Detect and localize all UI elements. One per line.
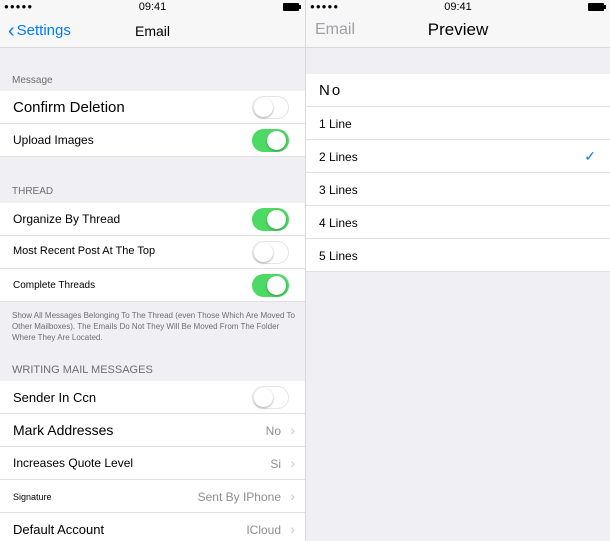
row-sender-in-ccn: Sender In Ccn <box>0 381 305 414</box>
toggle-knob <box>253 387 273 407</box>
navigation-bar: Email Preview <box>306 14 610 48</box>
toggle-upload-images[interactable] <box>252 129 289 152</box>
toggle-most-recent-post[interactable] <box>252 241 289 264</box>
row-complete-threads: Complete Threads <box>0 269 305 302</box>
thread-footer-note: Show All Messages Belonging To The Threa… <box>12 311 295 342</box>
option-2-lines[interactable]: 2 Lines ✓ <box>306 140 610 173</box>
row-label: Sender In Ccn <box>13 390 97 405</box>
row-label: Default Account <box>13 522 105 537</box>
row-label: Most Recent Post At The Top <box>13 245 156 257</box>
toggle-knob <box>253 242 273 262</box>
chevron-right-icon: › <box>290 488 295 504</box>
row-label: Upload Images <box>13 133 94 147</box>
row-label: Mark Addresses <box>13 422 114 438</box>
toggle-complete-threads[interactable] <box>252 274 289 297</box>
option-3-lines[interactable]: 3 Lines <box>306 173 610 206</box>
toggle-knob <box>267 130 286 150</box>
option-label: 4 Lines <box>319 216 358 230</box>
battery-icon <box>588 3 606 11</box>
page-title: Email <box>134 23 170 39</box>
row-value: ICloud <box>246 523 281 537</box>
row-label: Signature <box>13 492 52 502</box>
option-label: 2 Lines <box>319 150 358 164</box>
chevron-right-icon: › <box>290 455 295 471</box>
chevron-right-icon: › <box>290 521 295 537</box>
status-bar: ●●●●● 09:41 <box>0 0 305 14</box>
row-mark-addresses[interactable]: Mark Addresses No › <box>0 414 305 447</box>
section-header-message: Message <box>12 75 53 86</box>
row-value: No <box>265 424 281 438</box>
section-header-writing: WRITING MAIL MESSAGES <box>12 364 153 376</box>
row-increases-quote-level[interactable]: Increases Quote Level Si › <box>0 447 305 480</box>
row-upload-images: Upload Images <box>0 124 305 157</box>
preview-settings-screen: ●●●●● 09:41 Email Preview No 1 Line 2 Li… <box>305 0 610 541</box>
toggle-knob <box>267 275 286 295</box>
toggle-organize-by-thread[interactable] <box>252 208 289 231</box>
option-1-line[interactable]: 1 Line <box>306 107 610 140</box>
toggle-sender-in-ccn[interactable] <box>252 386 289 409</box>
status-time: 09:41 <box>444 1 472 13</box>
section-header-thread: THREAD <box>12 186 54 197</box>
row-confirm-deletion: Confirm Deletion <box>0 91 305 124</box>
row-label: Increases Quote Level <box>13 456 134 470</box>
status-time: 09:41 <box>138 1 167 13</box>
option-label: 1 Line <box>319 117 352 131</box>
row-organize-by-thread: Organize By Thread <box>0 203 305 236</box>
email-settings-screen: ●●●●● 09:41 ‹ Settings Email Message Con… <box>0 0 305 541</box>
row-value: Si <box>270 457 281 471</box>
row-most-recent-post: Most Recent Post At The Top <box>0 236 305 269</box>
row-signature[interactable]: Signature Sent By IPhone › <box>0 480 305 513</box>
row-default-account[interactable]: Default Account ICloud › <box>0 513 305 541</box>
option-label: 3 Lines <box>319 183 358 197</box>
row-label: Complete Threads <box>13 280 96 291</box>
row-value: Sent By IPhone <box>197 490 281 504</box>
navigation-bar: ‹ Settings Email <box>0 14 305 48</box>
checkmark-icon: ✓ <box>584 148 596 164</box>
option-no[interactable]: No <box>306 74 610 107</box>
page-title: Preview <box>427 20 489 39</box>
toggle-knob <box>253 97 273 117</box>
toggle-knob <box>267 209 286 229</box>
option-label: No <box>319 82 343 99</box>
row-label: Organize By Thread <box>13 212 121 226</box>
toggle-confirm-deletion[interactable] <box>252 96 289 119</box>
status-bar: ●●●●● 09:41 <box>306 0 610 14</box>
chevron-right-icon: › <box>290 422 295 438</box>
battery-icon <box>283 3 301 11</box>
option-5-lines[interactable]: 5 Lines <box>306 239 610 272</box>
option-4-lines[interactable]: 4 Lines <box>306 206 610 239</box>
row-label: Confirm Deletion <box>13 99 125 116</box>
option-label: 5 Lines <box>319 249 358 263</box>
